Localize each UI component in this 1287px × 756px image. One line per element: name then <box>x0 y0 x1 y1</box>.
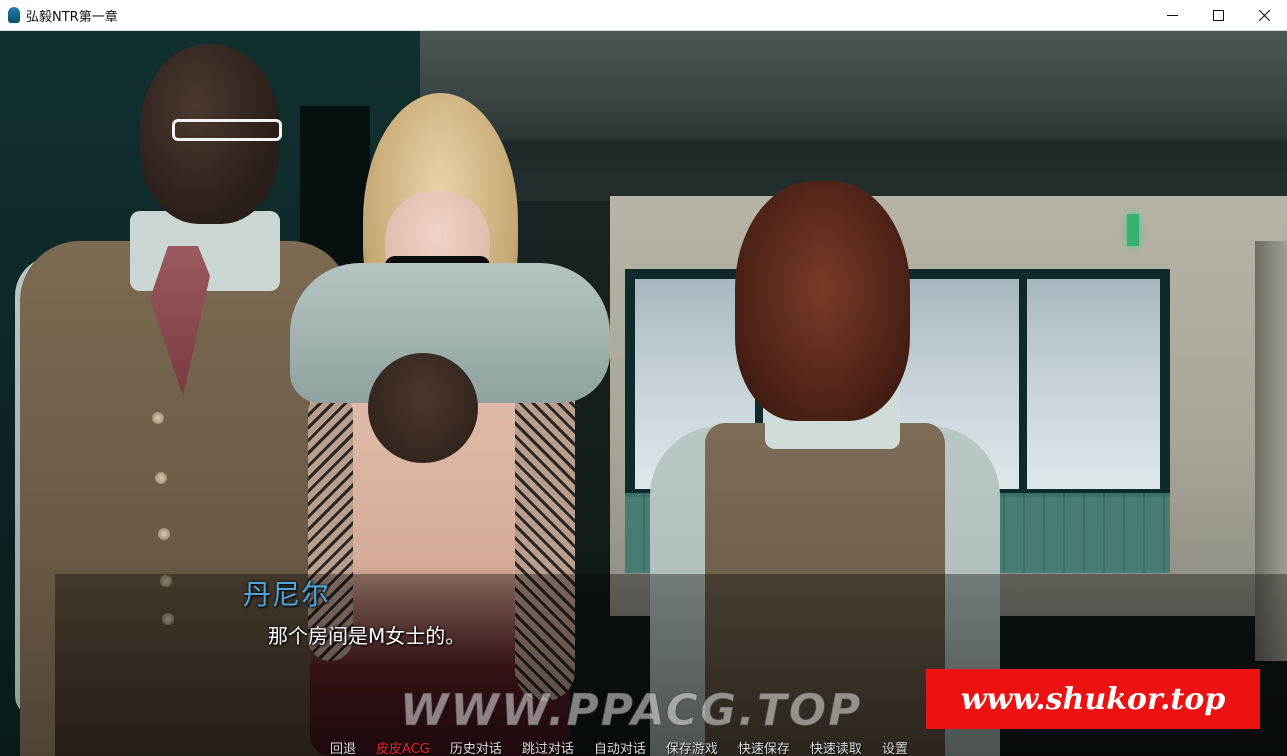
vest-button <box>155 472 167 484</box>
shukor-watermark: www.shukor.top <box>926 669 1260 729</box>
ceiling-beam <box>500 141 1287 201</box>
speaker-name: 丹尼尔 <box>243 578 331 611</box>
quick-menu-quick-load[interactable]: 快速读取 <box>810 738 862 756</box>
window-controls <box>1149 0 1287 30</box>
window-pane <box>1027 279 1160 489</box>
man-hand <box>368 353 478 463</box>
ppacg-watermark: WWW.PPACG.TOP <box>399 685 863 737</box>
girl-hair <box>735 181 910 421</box>
man-glasses <box>172 119 282 141</box>
dialogue-text: 那个房间是M女士的。 <box>268 624 466 648</box>
close-button[interactable] <box>1241 0 1287 30</box>
quick-menu-history[interactable]: 历史对话 <box>450 738 502 756</box>
minimize-button[interactable] <box>1149 0 1195 30</box>
exit-sign <box>1127 214 1139 246</box>
maximize-icon <box>1212 9 1224 21</box>
quick-menu-ppacg-link[interactable]: 皮皮ACG <box>376 738 430 756</box>
app-icon <box>8 7 20 23</box>
game-window: 弘毅NTR第一章 丹尼尔 那个房间是M女士的。 WWW.PPACG.TOP ww… <box>0 0 1287 756</box>
window-title: 弘毅NTR第一章 <box>26 9 118 25</box>
title-bar: 弘毅NTR第一章 <box>0 0 1287 31</box>
vest-button <box>158 528 170 540</box>
quick-menu-quick-save[interactable]: 快速保存 <box>738 738 790 756</box>
quick-menu: 回退 皮皮ACG 历史对话 跳过对话 自动对话 保存游戏 快速保存 快速读取 设… <box>330 738 928 756</box>
close-icon <box>1258 9 1270 21</box>
quick-menu-rollback[interactable]: 回退 <box>330 738 356 756</box>
quick-menu-settings[interactable]: 设置 <box>882 738 908 756</box>
quick-menu-auto[interactable]: 自动对话 <box>594 738 646 756</box>
quick-menu-save[interactable]: 保存游戏 <box>666 738 718 756</box>
vest-button <box>152 412 164 424</box>
shukor-watermark-text: www.shukor.top <box>960 681 1226 717</box>
minimize-icon <box>1166 14 1178 16</box>
maximize-button[interactable] <box>1195 0 1241 30</box>
quick-menu-skip[interactable]: 跳过对话 <box>522 738 574 756</box>
